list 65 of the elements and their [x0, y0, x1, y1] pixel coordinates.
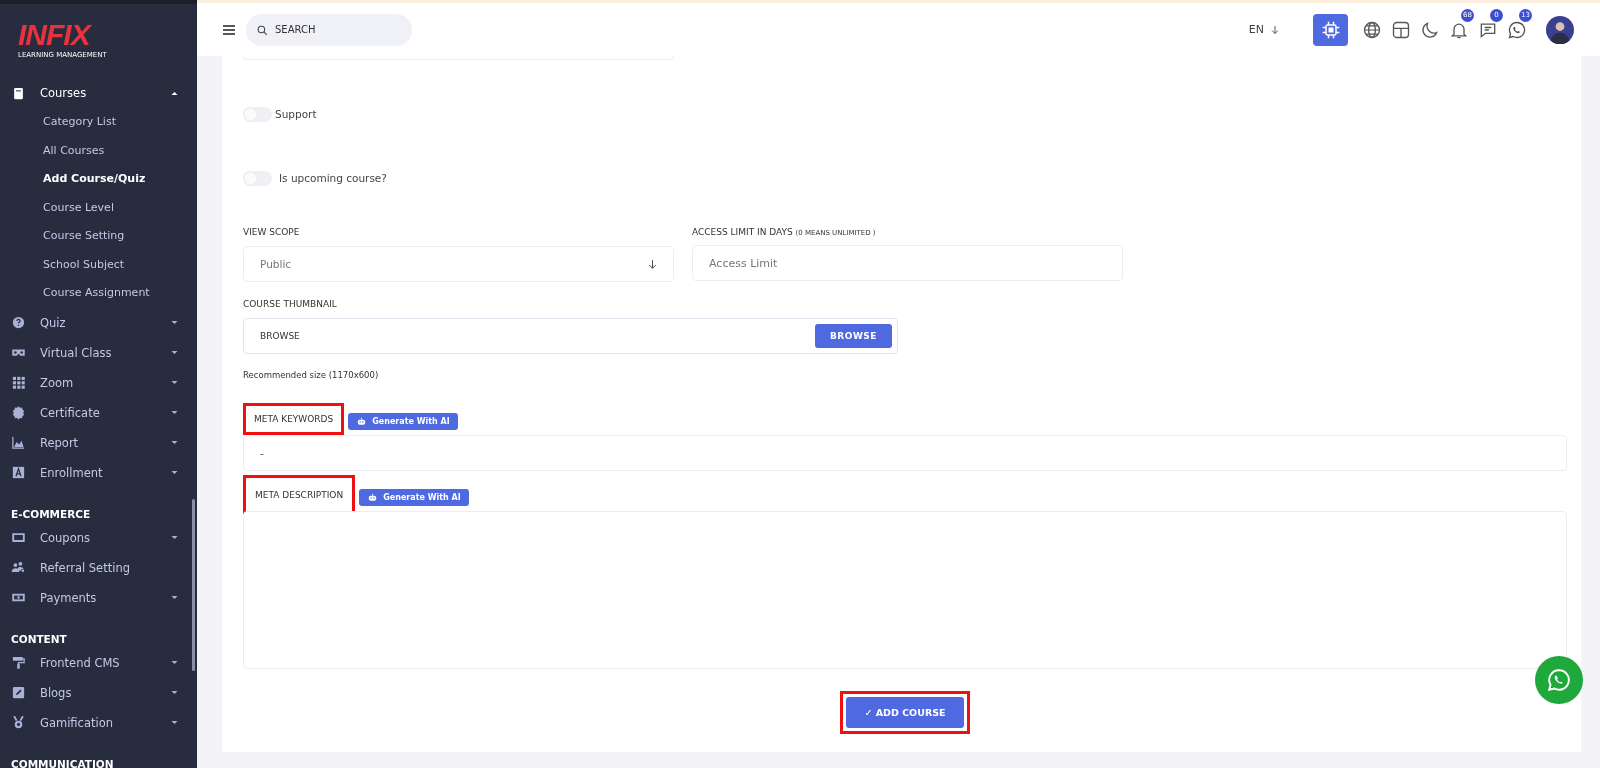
- whatsapp-icon: [1506, 19, 1527, 40]
- text-field[interactable]: -: [243, 435, 1567, 471]
- hint-text: Recommended size (1170x600): [243, 370, 380, 380]
- submenu-item[interactable]: Add Course/Quiz: [0, 165, 197, 194]
- moon-icon: [1419, 19, 1440, 40]
- chip-icon: [1320, 19, 1341, 40]
- sidebar-item[interactable]: Frontend CMS: [0, 647, 197, 678]
- sidebar-item[interactable]: Blogs: [0, 677, 197, 708]
- sidebar-item[interactable]: Certificate: [0, 397, 197, 428]
- sidebar-item[interactable]: Enrollment: [0, 457, 197, 488]
- medal-icon: [11, 715, 26, 730]
- scrollbar[interactable]: [192, 499, 195, 671]
- submenu-item[interactable]: All Courses: [0, 136, 197, 165]
- toggle-label: Support: [275, 108, 317, 120]
- robot-icon: [367, 492, 379, 503]
- submenu-item[interactable]: Course Assignment: [0, 279, 197, 308]
- sidebar-item[interactable]: Report: [0, 427, 197, 458]
- generate-button[interactable]: Generate With AI: [359, 489, 469, 506]
- field-label: COURSE THUMBNAIL: [243, 299, 338, 311]
- sidebar-item[interactable]: Virtual Class: [0, 337, 197, 368]
- users-icon: [11, 560, 26, 575]
- badge-icon: [11, 405, 26, 420]
- dropdown[interactable]: Public: [243, 246, 674, 282]
- robot-icon: [356, 416, 368, 427]
- browse-button[interactable]: BROWSE: [815, 324, 892, 348]
- ticket-icon: [11, 530, 26, 545]
- file-field[interactable]: BROWSE BROWSE: [243, 318, 898, 354]
- section-heading: COMMUNICATION: [10, 756, 115, 768]
- toolbar-button[interactable]: [1313, 13, 1348, 46]
- submenu-item[interactable]: Course Level: [0, 193, 197, 222]
- arrow-down-icon: [646, 257, 659, 271]
- sidebar-item[interactable]: Zoom: [0, 367, 197, 398]
- field-label: META KEYWORDS: [243, 403, 345, 435]
- toggle-label: Is upcoming course?: [279, 172, 387, 184]
- pen-icon: [11, 685, 26, 700]
- search-icon: [256, 23, 269, 37]
- sidebar-item[interactable]: Quiz: [0, 307, 197, 338]
- text-field[interactable]: Access Limit: [692, 245, 1123, 281]
- chat-bubble-icon: [1546, 667, 1572, 693]
- section-heading: CONTENT: [10, 631, 68, 647]
- chart-icon: [11, 435, 26, 450]
- generate-button[interactable]: Generate With AI: [348, 413, 458, 430]
- globe-icon: [1361, 19, 1382, 40]
- submenu-item[interactable]: Course Setting: [0, 222, 197, 251]
- submenu-item[interactable]: School Subject: [0, 250, 197, 279]
- question-icon: [11, 315, 26, 330]
- sidebar-item[interactable]: Coupons: [0, 522, 197, 553]
- book-icon: [11, 85, 26, 101]
- layout-icon: [1390, 19, 1411, 40]
- sidebar-item[interactable]: Gamification: [0, 707, 197, 738]
- sidebar-item[interactable]: Courses: [0, 78, 197, 108]
- sidebar-item[interactable]: Referral Setting: [0, 552, 197, 583]
- letter-icon: [11, 465, 26, 480]
- add-course-button[interactable]: ✓ ADD COURSE: [846, 697, 964, 728]
- paint-roller-icon: [11, 655, 26, 670]
- arrow-down-icon: [1269, 23, 1281, 36]
- logo-text: INFIX: [18, 20, 93, 50]
- section-heading: E-COMMERCE: [10, 506, 92, 522]
- submenu-item[interactable]: Category List: [0, 108, 197, 137]
- search-field[interactable]: SEARCH: [246, 13, 412, 46]
- field-label: VIEW SCOPE: [243, 227, 301, 239]
- language-selector[interactable]: EN: [1248, 23, 1281, 36]
- grid-icon: [11, 375, 26, 390]
- avatar: [1546, 15, 1574, 44]
- sidebar-item[interactable]: Payments: [0, 582, 197, 613]
